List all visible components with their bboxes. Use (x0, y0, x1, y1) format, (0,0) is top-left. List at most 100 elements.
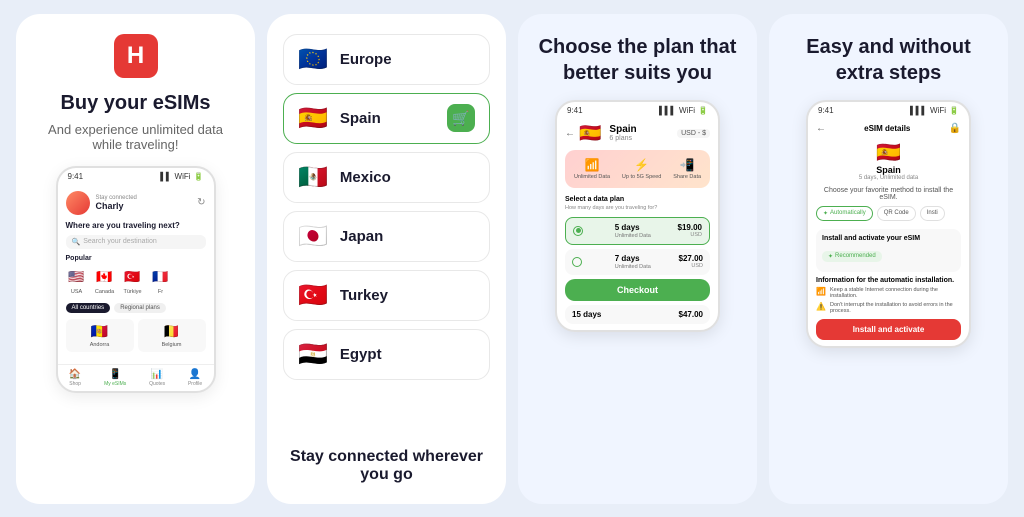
back-icon-3[interactable]: ← (565, 128, 575, 139)
checkout-button[interactable]: Checkout (565, 279, 710, 301)
p4-step-box: Install and activate your eSIM ✦ Recomme… (816, 229, 961, 272)
mexico-flag: 🇲🇽 (298, 163, 328, 192)
select-plan-label: Select a data plan (565, 196, 710, 203)
plan-7days-info: 7 days Unlimited Data (615, 254, 651, 270)
fr-label: Fr (158, 289, 163, 295)
belgium-flag: 🇧🇪 (163, 323, 180, 340)
canada-label: Canada (95, 289, 114, 295)
flag-canada[interactable]: 🇨🇦 Canada (94, 266, 116, 295)
country-row-mexico[interactable]: 🇲🇽 Mexico (283, 152, 490, 203)
plan-5days-info: 5 days Unlimited Data (615, 223, 651, 239)
back-icon-4[interactable]: ← (816, 123, 826, 134)
destination-search[interactable]: 🔍 Search your destination (66, 235, 206, 249)
shop-icon: 🏠 (69, 369, 81, 380)
p4-info-section: Information for the automatic installati… (816, 277, 961, 314)
auto-icon: ✦ (823, 210, 828, 217)
andorra-name: Andorra (90, 342, 110, 348)
nav-shop[interactable]: 🏠 Shop (69, 369, 81, 387)
status-icons-4: ▌▌▌ WiFi 🔋 (910, 106, 959, 115)
nav-profile[interactable]: 👤 Profile (188, 369, 202, 387)
5days-data: Unlimited Data (615, 233, 651, 239)
japan-flag: 🇯🇵 (298, 222, 328, 251)
panel-2: 🇪🇺 Europe 🇪🇸 Spain 🛒 🇲🇽 Mexico 🇯🇵 Japan … (267, 14, 506, 504)
country-row-europe[interactable]: 🇪🇺 Europe (283, 34, 490, 85)
p3-country-name: Spain (609, 124, 636, 135)
usa-flag: 🇺🇸 (66, 266, 88, 288)
quotes-icon: 📊 (151, 369, 163, 380)
share-label: Share Data (673, 174, 701, 180)
country-row-spain[interactable]: 🇪🇸 Spain 🛒 (283, 93, 490, 144)
plan-15days[interactable]: 15 days $47.00 (565, 305, 710, 324)
panel-3-title: Choose the plan that better suits you (534, 34, 741, 86)
country-tabs: All countries Regional plans (66, 303, 206, 313)
speed-icon: ⚡ (634, 158, 649, 172)
turkey-label: Türkiye (123, 289, 141, 295)
wifi-icon: 📶 (816, 287, 826, 296)
method-qr[interactable]: QR Code (877, 206, 916, 221)
andorra-flag: 🇦🇩 (91, 323, 108, 340)
p4-flag-section: 🇪🇸 Spain 5 days, Unlimited data (816, 140, 961, 181)
time-1: 9:41 (68, 172, 84, 181)
flag-turkey[interactable]: 🇹🇷 Türkiye (122, 266, 144, 295)
info-item-2: ⚠️ Don't interrupt the installation to a… (816, 302, 961, 314)
country-row-japan[interactable]: 🇯🇵 Japan (283, 211, 490, 262)
fr-flag: 🇫🇷 (150, 266, 172, 288)
country-row-egypt[interactable]: 🇪🇬 Egypt (283, 329, 490, 380)
panel-1: H Buy your eSIMs And experience unlimite… (16, 14, 255, 504)
select-plan-sub: How many days are you traveling for? (565, 205, 710, 211)
main-container: H Buy your eSIMs And experience unlimite… (0, 0, 1024, 517)
status-bar-4: 9:41 ▌▌▌ WiFi 🔋 (808, 102, 969, 117)
status-icons-3: ▌▌▌ WiFi 🔋 (659, 106, 708, 115)
method-insti[interactable]: Insti (920, 206, 945, 221)
p3-country-info: Spain 6 plans (609, 124, 636, 142)
feature-speed: ⚡ Up to 5G Speed (622, 158, 661, 180)
p4-install-methods: ✦ Automatically QR Code Insti (816, 206, 961, 221)
country-belgium[interactable]: 🇧🇪 Belgium (138, 319, 206, 352)
p4-install-label: Choose your favorite method to install t… (816, 187, 961, 201)
flag-fr[interactable]: 🇫🇷 Fr (150, 266, 172, 295)
tab-all-countries[interactable]: All countries (66, 303, 111, 313)
speed-label: Up to 5G Speed (622, 174, 661, 180)
7days-label: 7 days (615, 254, 651, 263)
time-4: 9:41 (818, 106, 834, 115)
panel-1-title: Buy your eSIMs (60, 90, 210, 116)
belgium-name: Belgium (162, 342, 182, 348)
logo-letter: H (127, 42, 144, 70)
method-automatic[interactable]: ✦ Automatically (816, 206, 873, 221)
p4-info-title: Information for the automatic installati… (816, 277, 961, 284)
time-3: 9:41 (567, 106, 583, 115)
qr-label: QR Code (884, 210, 909, 216)
refresh-icon[interactable]: ↻ (197, 197, 205, 208)
flag-usa[interactable]: 🇺🇸 USA (66, 266, 88, 295)
country-row-turkey[interactable]: 🇹🇷 Turkey (283, 270, 490, 321)
plan-7days[interactable]: 7 days Unlimited Data $27.00 USD (565, 249, 710, 275)
nav-quotes[interactable]: 📊 Quotes (149, 369, 165, 387)
p4-plan-desc: 5 days, Unlimited data (859, 175, 918, 181)
plan-5days[interactable]: 5 days Unlimited Data $19.00 USD (565, 217, 710, 245)
panel-2-bottom: Stay connected wherever you go (283, 438, 490, 484)
status-bar-1: 9:41 ▌▌ WiFi 🔋 (58, 168, 214, 183)
unlimited-label: Unlimited Data (574, 174, 610, 180)
recommended-label: Recommended (835, 253, 876, 259)
popular-flags: 🇺🇸 USA 🇨🇦 Canada 🇹🇷 Türkiye 🇫🇷 Fr (66, 266, 206, 295)
p3-currency[interactable]: USD - $ (677, 129, 710, 138)
info-text-2: Don't interrupt the installation to avoi… (830, 302, 961, 314)
nav-my-esims[interactable]: 📱 My eSIMs (104, 369, 126, 387)
country-andorra[interactable]: 🇦🇩 Andorra (66, 319, 134, 352)
phone-mockup-1: 9:41 ▌▌ WiFi 🔋 Stay connected Charly ↻ W… (56, 166, 216, 393)
tab-regional[interactable]: Regional plans (114, 303, 166, 313)
cart-button-spain[interactable]: 🛒 (447, 104, 475, 132)
p3-nav: ← 🇪🇸 Spain 6 plans USD - $ (565, 123, 710, 144)
plan-5days-price: $19.00 USD (678, 223, 702, 238)
p4-content: ← eSIM details 🔒 🇪🇸 Spain 5 days, Unlimi… (808, 117, 969, 346)
5days-label: 5 days (615, 223, 651, 232)
turkey-flag: 🇹🇷 (122, 266, 144, 288)
plan-15days-price: $47.00 (679, 310, 703, 319)
p4-country-flag: 🇪🇸 (876, 140, 901, 165)
feature-share: 📲 Share Data (673, 158, 701, 180)
p3-content: ← 🇪🇸 Spain 6 plans USD - $ 📶 Unlimited D… (557, 117, 718, 330)
warning-icon: ⚠️ (816, 302, 826, 311)
info-item-1: 📶 Keep a stable Internet connection duri… (816, 287, 961, 299)
p4-country-name: Spain (876, 165, 901, 175)
install-activate-button[interactable]: Install and activate (816, 319, 961, 340)
